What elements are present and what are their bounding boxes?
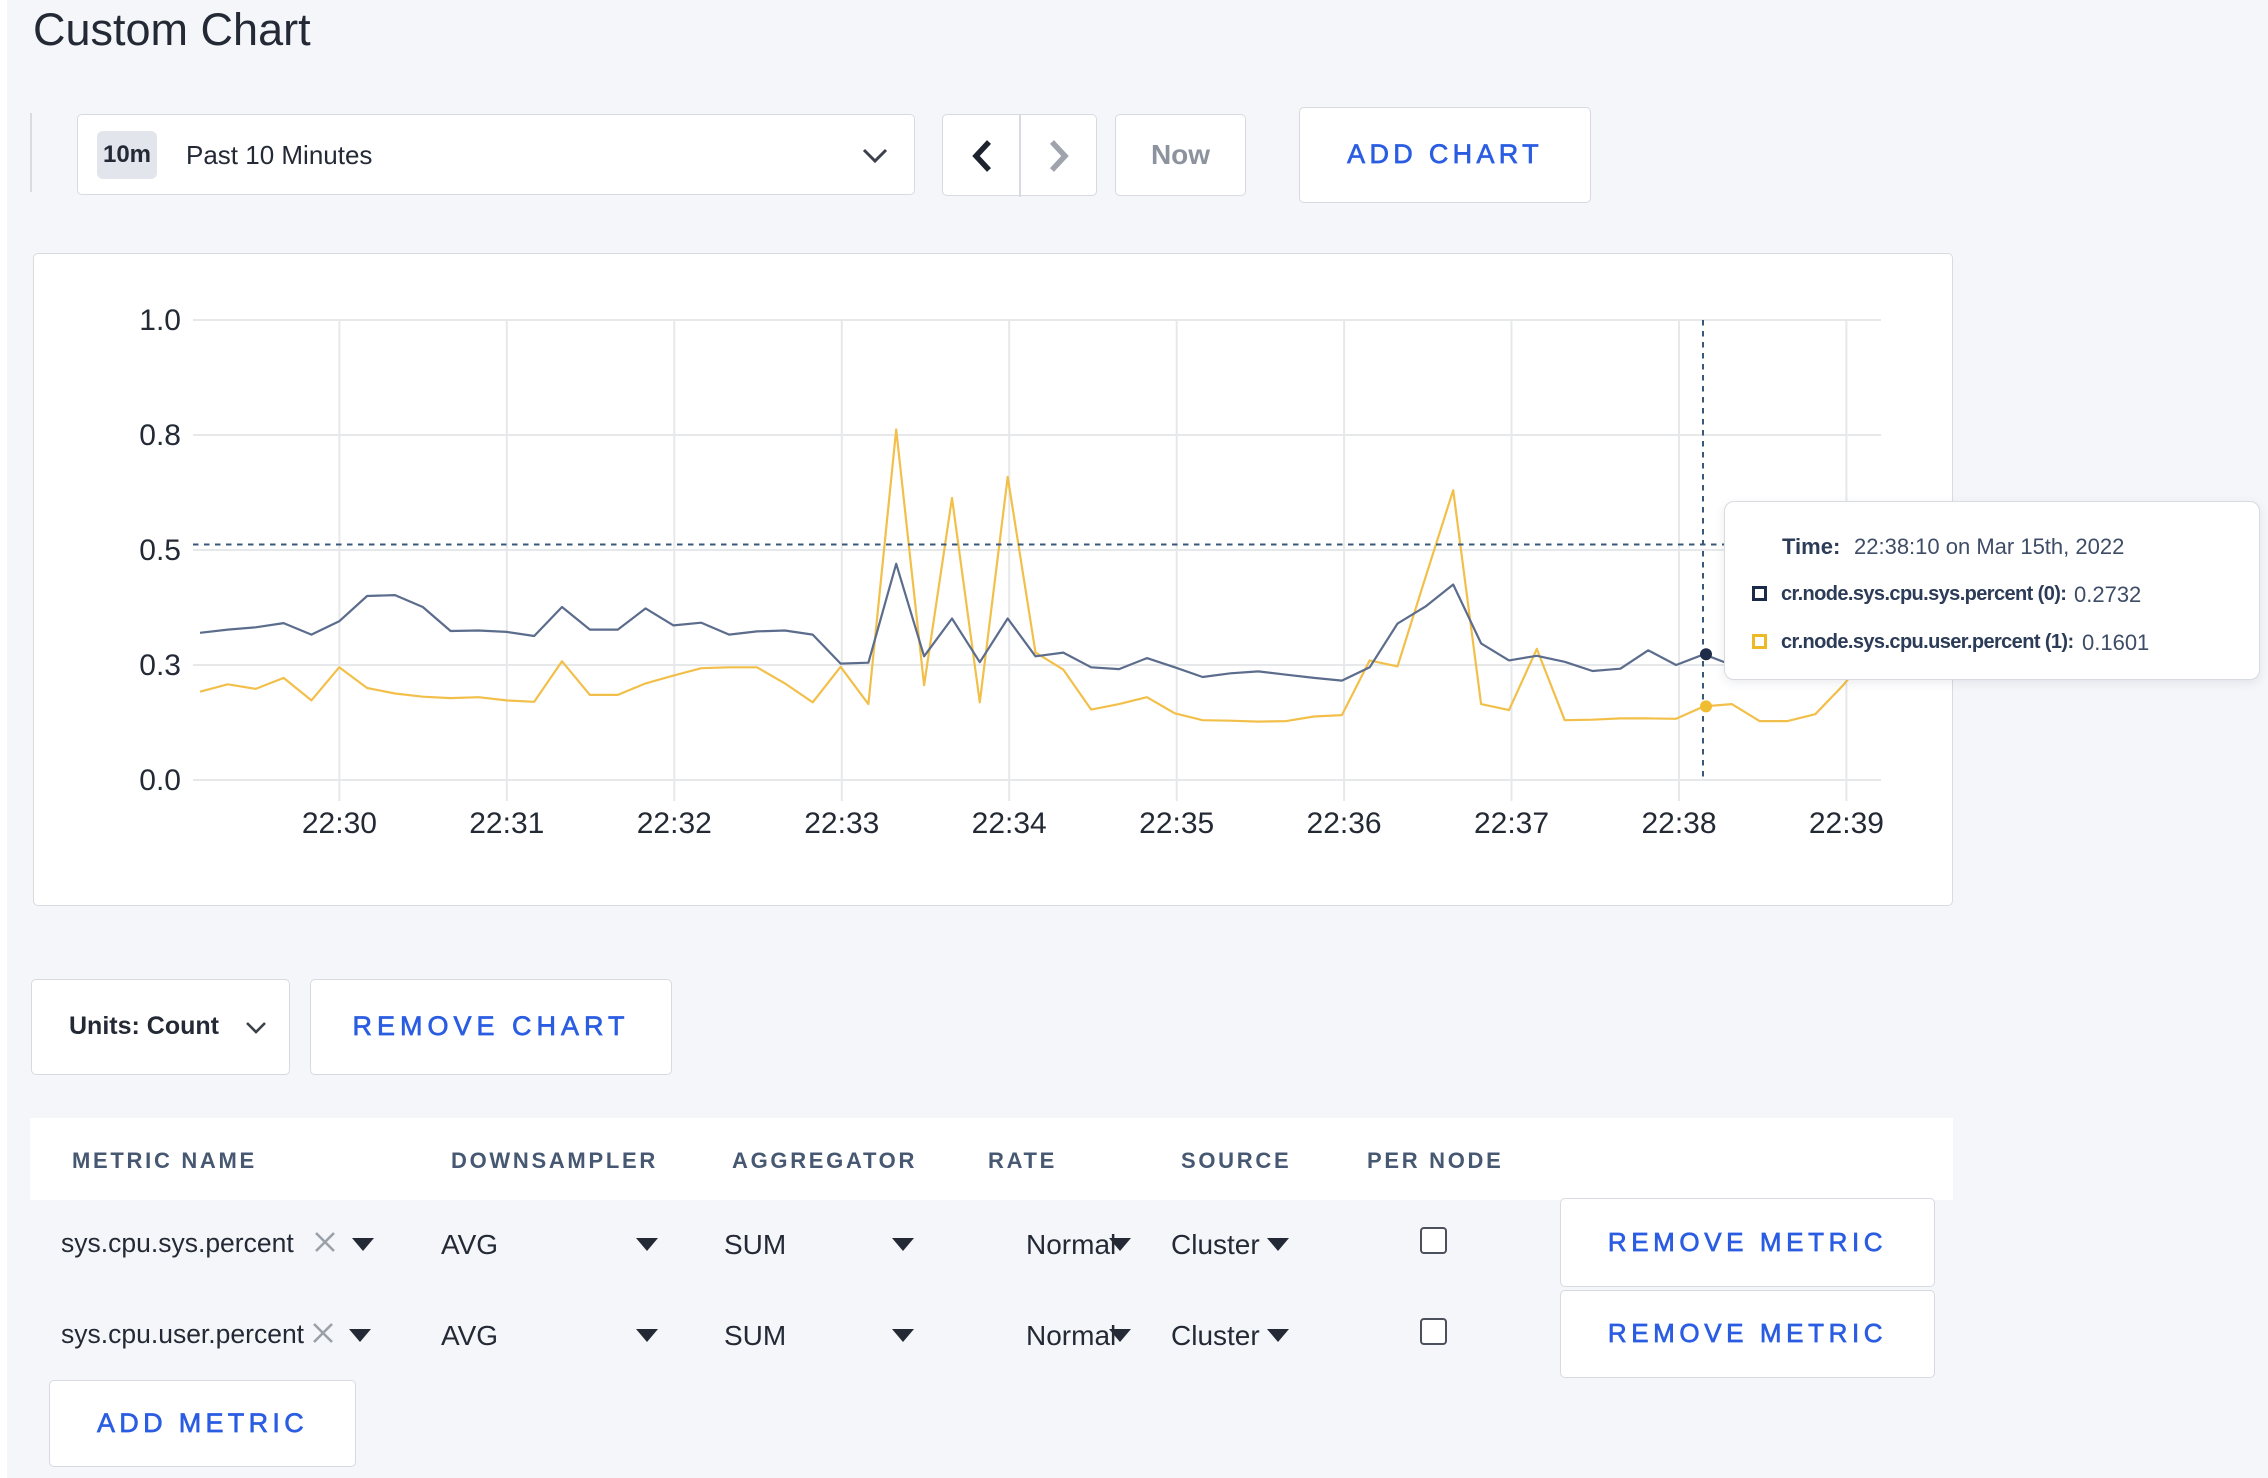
svg-text:0.0: 0.0: [139, 764, 181, 797]
svg-text:0.8: 0.8: [139, 419, 181, 452]
svg-text:22:31: 22:31: [469, 807, 544, 840]
svg-text:22:37: 22:37: [1474, 807, 1549, 840]
svg-text:0.3: 0.3: [139, 649, 181, 682]
svg-text:22:36: 22:36: [1307, 807, 1382, 840]
svg-text:22:30: 22:30: [302, 807, 377, 840]
svg-text:22:33: 22:33: [804, 807, 879, 840]
svg-text:0.5: 0.5: [139, 534, 181, 567]
svg-text:1.0: 1.0: [139, 304, 181, 337]
svg-text:22:38: 22:38: [1641, 807, 1716, 840]
svg-text:22:39: 22:39: [1809, 807, 1884, 840]
svg-text:22:34: 22:34: [972, 807, 1047, 840]
svg-text:22:35: 22:35: [1139, 807, 1214, 840]
svg-text:22:32: 22:32: [637, 807, 712, 840]
